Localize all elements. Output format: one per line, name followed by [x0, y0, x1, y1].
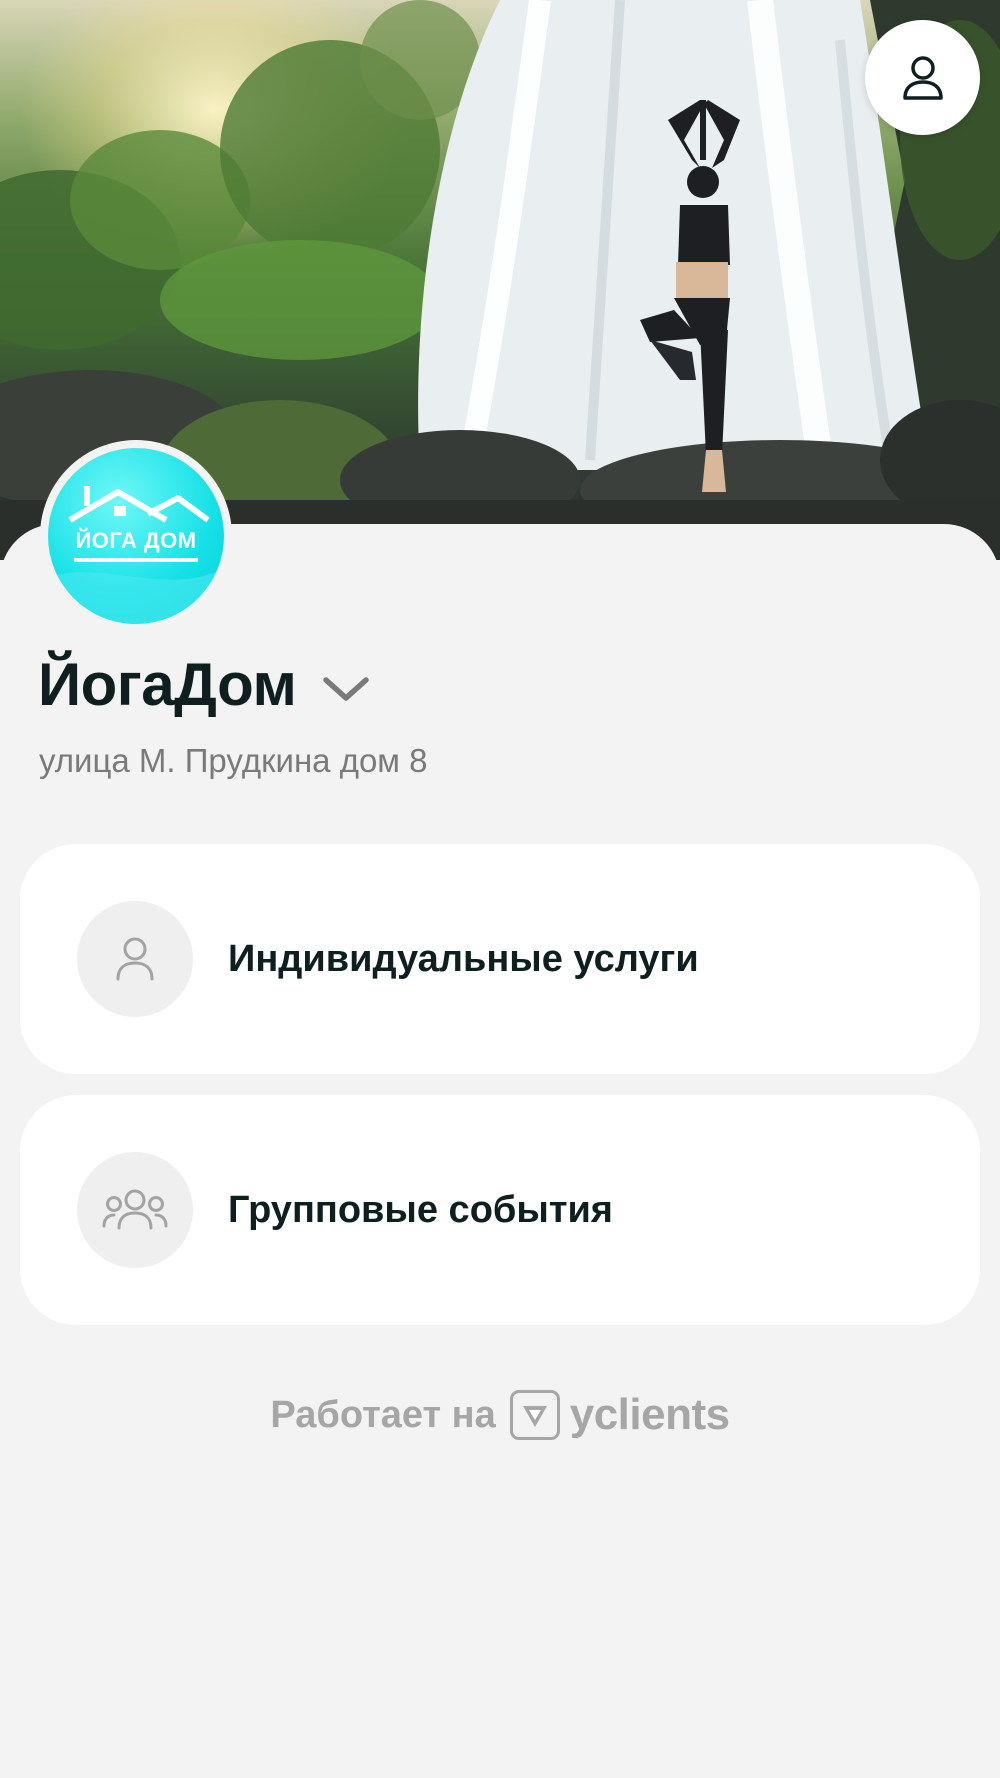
company-logo-text: ЙОГА ДОМ — [75, 528, 197, 553]
company-address: улица М. Прудкина дом 8 — [39, 742, 428, 779]
individual-services-card[interactable]: Индивидуальные услуги — [20, 844, 980, 1074]
user-icon — [116, 937, 154, 981]
card-icon-container — [77, 1152, 193, 1268]
yclients-logo-icon — [509, 1390, 560, 1440]
company-logo-image: ЙОГА ДОМ — [48, 448, 224, 624]
powered-by-footer[interactable]: Работает на yclients — [0, 1390, 1000, 1440]
profile-button[interactable] — [865, 20, 980, 135]
group-icon — [102, 1189, 168, 1230]
user-icon — [902, 55, 943, 100]
group-events-label: Групповые события — [228, 1188, 613, 1231]
group-events-card[interactable]: Групповые события — [20, 1095, 980, 1325]
card-icon-container — [77, 901, 193, 1017]
individual-services-label: Индивидуальные услуги — [228, 937, 699, 980]
company-selector[interactable]: ЙогаДом — [38, 650, 370, 719]
company-logo: ЙОГА ДОМ — [40, 440, 232, 632]
yclients-brand-text: yclients — [569, 1390, 730, 1439]
page: ЙОГА ДОМ ЙогаДом улица М. Прудкина дом 8… — [0, 0, 1000, 1778]
chevron-down-icon[interactable] — [322, 674, 370, 704]
powered-by-text: Работает на — [270, 1393, 496, 1436]
company-name: ЙогаДом — [38, 651, 297, 718]
